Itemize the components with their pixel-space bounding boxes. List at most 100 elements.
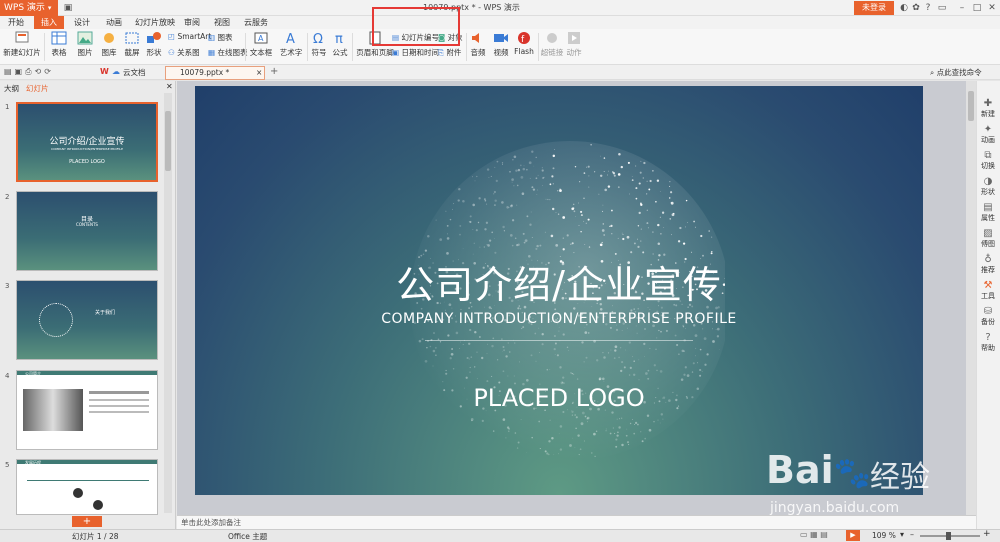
online-chart-button[interactable]: ▦ 在线图表 xyxy=(208,47,247,58)
gallery-button[interactable]: 图库 xyxy=(98,31,120,58)
tab-animation[interactable]: 动画 xyxy=(100,16,128,29)
globe-dot xyxy=(521,327,523,330)
globe-dot xyxy=(432,365,434,367)
slide[interactable]: 公司介绍/企业宣传 COMPANY INTRODUCTION/ENTERPRIS… xyxy=(195,86,923,495)
globe-dot xyxy=(532,188,536,191)
globe-dot xyxy=(638,379,640,381)
app-menu-button[interactable]: WPS 演示 ▾ xyxy=(0,0,58,16)
watermark-brand-text: Bai xyxy=(766,448,834,492)
skin-icon[interactable]: ◐ xyxy=(898,2,910,14)
screenshot-button[interactable]: 截屏 xyxy=(121,31,143,58)
zoom-slider-handle[interactable] xyxy=(946,532,951,540)
scroll-thumb[interactable] xyxy=(165,111,171,171)
video-button[interactable]: 视频 xyxy=(491,31,511,58)
smartart-button[interactable]: ◰ SmartArt xyxy=(168,32,211,41)
datetime-button[interactable]: ▣ 日期和时间 xyxy=(392,47,439,58)
notes-area[interactable]: 单击此处添加备注 xyxy=(177,515,976,529)
close-icon[interactable]: ✕ xyxy=(986,2,998,14)
document-tab[interactable]: 10079.pptx * × xyxy=(165,66,265,80)
slide-thumbnail-5[interactable]: 发展历程 xyxy=(16,459,158,515)
globe-dot xyxy=(517,441,520,444)
zoom-out-icon[interactable]: – xyxy=(910,530,914,539)
right-transition[interactable]: ⧉ 切换 xyxy=(977,150,999,171)
globe-dot xyxy=(557,190,559,192)
slide-thumbnail-1[interactable]: 公司介绍/企业宣传 COMPANY INTRODUCTION/ENTERPRIS… xyxy=(16,102,158,182)
search-command[interactable]: ⌕ 点此查找命令 xyxy=(930,67,982,78)
globe-dot xyxy=(562,333,565,336)
panel-scrollbar[interactable] xyxy=(164,93,172,513)
login-button[interactable]: 未登录 xyxy=(854,1,894,15)
tab-slides[interactable]: 幻灯片 xyxy=(26,83,49,94)
textbox-button[interactable]: A 文本框 xyxy=(248,31,274,58)
maximize-icon[interactable]: □ xyxy=(971,2,983,14)
globe-dot xyxy=(640,240,642,242)
tab-home[interactable]: 开始 xyxy=(2,16,30,29)
symbol-button[interactable]: Ω 符号 xyxy=(309,31,329,58)
globe-dot xyxy=(588,186,590,188)
globe-dot xyxy=(552,183,554,185)
slide-thumbnail-4[interactable]: 公司简介 xyxy=(16,370,158,450)
play-slideshow-icon[interactable]: ▶ xyxy=(846,530,860,541)
restore-icon[interactable]: ▭ xyxy=(936,2,948,14)
slide-thumbnail-3[interactable]: 关于我们 xyxy=(16,280,158,360)
slide-title[interactable]: 公司介绍/企业宣传 xyxy=(195,254,923,309)
canvas-scrollbar[interactable] xyxy=(966,81,976,515)
settings-icon[interactable]: ✿ xyxy=(910,2,922,14)
tab-outline[interactable]: 大纲 xyxy=(4,83,19,94)
globe-dot xyxy=(472,203,475,207)
zoom-dropdown-icon[interactable]: ▾ xyxy=(900,530,904,539)
quick-access-icons[interactable]: ▤▣⎙⟲⟳ xyxy=(4,67,54,77)
wordart-button[interactable]: A 艺术字 xyxy=(277,31,305,58)
minimize-icon[interactable]: – xyxy=(956,2,968,14)
attachment-button[interactable]: ⎘ 附件 xyxy=(438,47,461,58)
right-tools[interactable]: ⚒ 工具 xyxy=(977,280,999,301)
hyperlink-button[interactable]: 超链接 xyxy=(540,31,564,58)
globe-dot xyxy=(605,430,607,432)
right-help[interactable]: ? 帮助 xyxy=(977,332,999,353)
globe-dot xyxy=(632,356,634,358)
tab-design[interactable]: 设计 xyxy=(68,16,96,29)
chart-button[interactable]: ▥ 图表 xyxy=(208,32,232,43)
new-slide-label: 新建幻灯片 xyxy=(3,48,41,57)
slide-logo-placeholder[interactable]: PLACED LOGO xyxy=(195,384,923,412)
right-properties[interactable]: ▤ 属性 xyxy=(977,202,999,223)
table-button[interactable]: 表格 xyxy=(48,31,70,58)
audio-button[interactable]: 音频 xyxy=(468,31,488,58)
help-icon[interactable]: ? xyxy=(922,2,934,14)
relation-button[interactable]: ⚇ 关系图 xyxy=(168,47,200,58)
add-slide-button[interactable]: + xyxy=(72,516,102,527)
globe-dot xyxy=(617,186,620,189)
panel-close-icon[interactable]: ✕ xyxy=(166,82,173,91)
right-animation[interactable]: ✦ 动画 xyxy=(977,124,999,145)
tab-insert[interactable]: 插入 xyxy=(34,16,64,29)
shapes-label: 形状 xyxy=(146,48,162,57)
slide-subtitle[interactable]: COMPANY INTRODUCTION/ENTERPRISE PROFILE xyxy=(195,311,923,327)
tab-close-icon[interactable]: × xyxy=(256,67,262,79)
picture-button[interactable]: 图片 xyxy=(73,31,97,58)
globe-dot xyxy=(514,237,517,240)
slide-thumbnail-2[interactable]: 目录 CONTENTS xyxy=(16,191,158,271)
new-slide-button[interactable]: 新建幻灯片 xyxy=(3,31,41,58)
right-picture[interactable]: ▨ 傅图 xyxy=(977,228,999,249)
right-backup[interactable]: ⛁ 备份 xyxy=(977,306,999,327)
right-recommend[interactable]: ♁ 推荐 xyxy=(977,254,999,275)
action-button[interactable]: 动作 xyxy=(565,31,583,58)
save-icon[interactable]: ▣ xyxy=(62,2,74,14)
formula-button[interactable]: π 公式 xyxy=(331,31,349,58)
tab-view[interactable]: 视图 xyxy=(210,16,234,29)
scroll-thumb[interactable] xyxy=(968,91,974,121)
globe-dot xyxy=(634,424,636,425)
tab-slideshow[interactable]: 幻灯片放映 xyxy=(132,16,178,29)
right-shape[interactable]: ◑ 形状 xyxy=(977,176,999,197)
cloud-doc-link[interactable]: 云文档 xyxy=(123,67,146,78)
globe-dot xyxy=(445,369,447,372)
tab-cloud[interactable]: 云服务 xyxy=(238,16,274,29)
shapes-button[interactable]: 形状 xyxy=(143,31,165,58)
flash-button[interactable]: f Flash xyxy=(514,31,534,56)
globe-dot xyxy=(458,187,461,191)
zoom-in-icon[interactable]: + xyxy=(983,529,991,539)
right-new[interactable]: ✚ 新建 xyxy=(977,98,999,119)
add-tab-icon[interactable]: + xyxy=(270,66,278,77)
tab-review[interactable]: 审阅 xyxy=(180,16,204,29)
view-mode-icons[interactable]: ▭ ▦ ▤ xyxy=(800,530,828,539)
